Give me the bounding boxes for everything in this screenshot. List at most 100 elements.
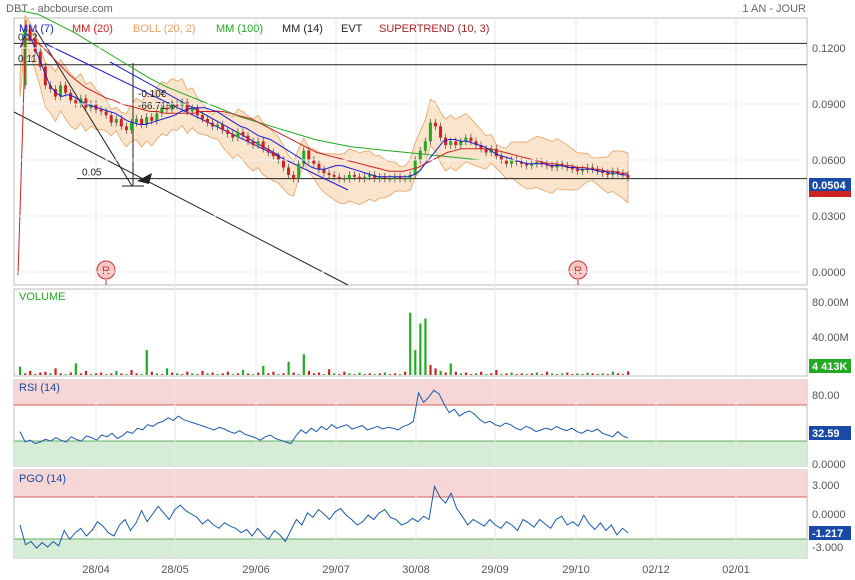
candle-body [342, 178, 346, 180]
volume-bar [247, 373, 250, 375]
volume-bar [196, 374, 199, 375]
volume-bar [378, 373, 381, 375]
candle-body [104, 111, 108, 116]
indicator-legend[interactable]: MM (7) MM (20) BOLL (20, 2) MM (100) MM (14)… [19, 23, 489, 35]
volume-bar [591, 373, 594, 375]
candle-body [484, 148, 488, 153]
rsi-y-label: 0.0000 [812, 459, 846, 471]
volume-bar [54, 368, 57, 375]
candle-body [216, 124, 220, 127]
candle-body [499, 156, 503, 160]
volume-bar [125, 374, 128, 375]
candle-body [69, 92, 73, 101]
volume-bar [39, 372, 42, 375]
candle-body [312, 160, 316, 164]
volume-bar [459, 373, 462, 375]
candle-body [464, 137, 468, 142]
x-axis-label: 28/04 [82, 564, 110, 576]
volume-bar [540, 374, 544, 375]
candle-body [575, 169, 579, 172]
volume-bar [262, 365, 265, 375]
candle-body [261, 141, 265, 149]
marker-r-2[interactable]: R [568, 260, 588, 285]
marker-r-1[interactable]: R [96, 260, 116, 285]
volume-bar [343, 371, 346, 375]
x-axis-label: 29/06 [242, 564, 270, 576]
volume-bar [277, 374, 280, 375]
volume-bar [373, 374, 376, 375]
legend-item: BOLL (20, 2) [133, 23, 196, 35]
volume-bar [338, 374, 341, 375]
candle-body [241, 132, 245, 136]
candle-body [388, 178, 392, 180]
candle-body [439, 126, 443, 138]
volume-bar [520, 373, 523, 375]
volume-bar [627, 371, 630, 375]
candle-body [231, 133, 235, 138]
volume-y-label: 40.00M [812, 332, 849, 344]
pgo-y-label: 3.000 [812, 480, 840, 492]
candle-body [211, 122, 215, 127]
volume-bar [444, 372, 447, 375]
candle-body [124, 126, 128, 131]
h-line-label: 0.11 [18, 54, 37, 65]
volume-bar [566, 372, 569, 375]
volume-bar [130, 370, 133, 375]
candle-body [459, 141, 463, 146]
volume-bar [581, 374, 584, 375]
volume-bar [120, 373, 123, 375]
volume-title: VOLUME [19, 291, 65, 303]
candle-body [317, 163, 321, 170]
volume-bar [561, 373, 564, 375]
volume-bar [515, 374, 518, 375]
volume-bar [34, 374, 37, 375]
candle-body [246, 135, 250, 142]
rsi-overbought-band [14, 380, 807, 405]
candle-body [114, 118, 118, 123]
candle-body [606, 173, 610, 175]
annotation-percent: -66.71% [138, 101, 175, 112]
candle-body [307, 150, 311, 160]
x-axis-label: 29/07 [322, 564, 350, 576]
volume-bar [165, 368, 169, 375]
volume-bar [469, 374, 473, 375]
candle-body [236, 132, 240, 138]
volume-bar [601, 373, 604, 375]
volume-bar [556, 374, 559, 375]
volume-bar [551, 373, 554, 375]
candle-body [195, 107, 199, 116]
volume-bar [535, 372, 538, 375]
volume-bar [525, 374, 528, 375]
candle-body [509, 160, 513, 164]
candle-body [150, 117, 154, 121]
candle-body [428, 122, 432, 142]
trend-line-lower [13, 111, 349, 286]
volume-bar [353, 374, 356, 375]
volume-bar [485, 374, 488, 375]
candle-body [337, 176, 341, 179]
h-line-label: 0.05 [82, 168, 102, 179]
volume-bar [490, 373, 493, 375]
volume-bar [140, 374, 143, 375]
volume-bar [191, 373, 194, 375]
volume-bar [333, 373, 336, 375]
x-axis-label: 28/05 [161, 564, 189, 576]
volume-bar [110, 373, 113, 375]
x-axis-label: 29/10 [562, 564, 590, 576]
last-price-value: 0.0504 [812, 180, 847, 192]
volume-bar [510, 372, 513, 375]
volume-bar [317, 372, 321, 375]
volume-bar [59, 373, 62, 375]
volume-y-label: 80.00M [812, 297, 849, 309]
volume-bar [323, 374, 326, 375]
volume-bar [24, 373, 27, 375]
volume-bar [145, 350, 148, 375]
volume-last-value: 4 413K [812, 361, 848, 373]
volume-bar [419, 323, 422, 375]
volume-bar [480, 371, 483, 375]
volume-bar [586, 372, 589, 375]
volume-bar [282, 373, 285, 375]
volume-bar [216, 374, 219, 375]
volume-bar [495, 370, 498, 375]
volume-bar [105, 374, 108, 375]
